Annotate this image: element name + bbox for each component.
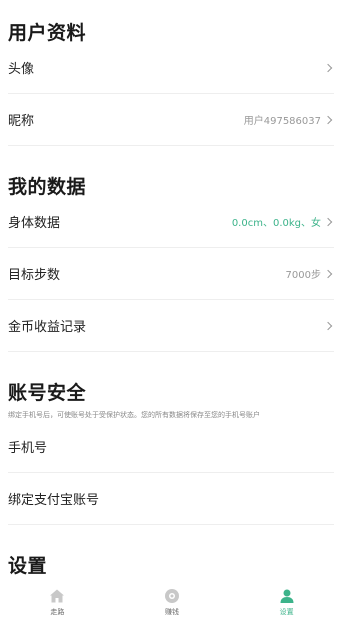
section-title-profile: 用户资料: [8, 22, 87, 44]
nickname-row[interactable]: 昵称 用户497586037: [8, 94, 334, 146]
coin-earnings-row-right: [323, 321, 334, 330]
tab-settings-label: 设置: [279, 608, 294, 616]
section-title-my-data: 我的数据: [8, 176, 87, 198]
chevron-right-icon: [323, 321, 333, 330]
tab-settings[interactable]: 设置: [229, 580, 344, 619]
phone-label: 手机号: [8, 441, 48, 456]
coin-earnings-row[interactable]: 金币收益记录: [8, 300, 334, 352]
user-icon: [280, 589, 294, 603]
nickname-row-right: 用户497586037: [244, 112, 334, 127]
tab-earn-label: 赚钱: [165, 608, 179, 616]
nickname-label: 昵称: [8, 114, 35, 129]
bottom-tab-bar: 走路 赚钱 设置: [0, 580, 344, 619]
body-data-label: 身体数据: [8, 216, 61, 231]
home-icon: [50, 589, 65, 603]
coin-icon: [165, 589, 179, 603]
avatar-row-right: [323, 63, 334, 72]
chevron-right-icon: [323, 217, 333, 226]
section-title-settings: 设置: [8, 555, 48, 577]
target-steps-row[interactable]: 目标步数 7000步: [8, 248, 334, 300]
tab-walk-label: 走路: [50, 608, 65, 616]
target-steps-value: 7000步: [285, 270, 321, 281]
coin-earnings-label: 金币收益记录: [8, 320, 87, 335]
tab-walk[interactable]: 走路: [0, 580, 115, 619]
target-steps-row-right: 7000步: [286, 266, 334, 281]
body-data-row[interactable]: 身体数据 0.0cm、0.0kg、女: [8, 196, 334, 248]
target-steps-label: 目标步数: [8, 268, 61, 283]
nickname-value: 用户497586037: [243, 116, 321, 127]
body-data-row-right: 0.0cm、0.0kg、女: [232, 214, 334, 229]
chevron-right-icon: [323, 63, 333, 72]
avatar-label: 头像: [8, 62, 35, 77]
alipay-label: 绑定支付宝账号: [8, 493, 100, 508]
scroll-content[interactable]: 用户资料 头像 昵称 用户497586037 我的数据 身体数据 0.0cm、0…: [0, 0, 344, 580]
settings-page: 用户资料 头像 昵称 用户497586037 我的数据 身体数据 0.0cm、0…: [0, 0, 344, 619]
security-hint: 绑定手机号后，可使账号处于受保护状态。您的所有数据将保存至您的手机号账户: [8, 411, 260, 419]
tab-earn[interactable]: 赚钱: [115, 580, 230, 619]
chevron-right-icon: [323, 269, 333, 278]
alipay-row[interactable]: 绑定支付宝账号: [8, 473, 334, 525]
body-data-value: 0.0cm、0.0kg、女: [231, 218, 321, 229]
chevron-right-icon: [323, 115, 333, 124]
section-title-account-security: 账号安全: [8, 382, 87, 404]
phone-row[interactable]: 手机号: [8, 421, 334, 473]
avatar-row[interactable]: 头像: [8, 42, 334, 94]
